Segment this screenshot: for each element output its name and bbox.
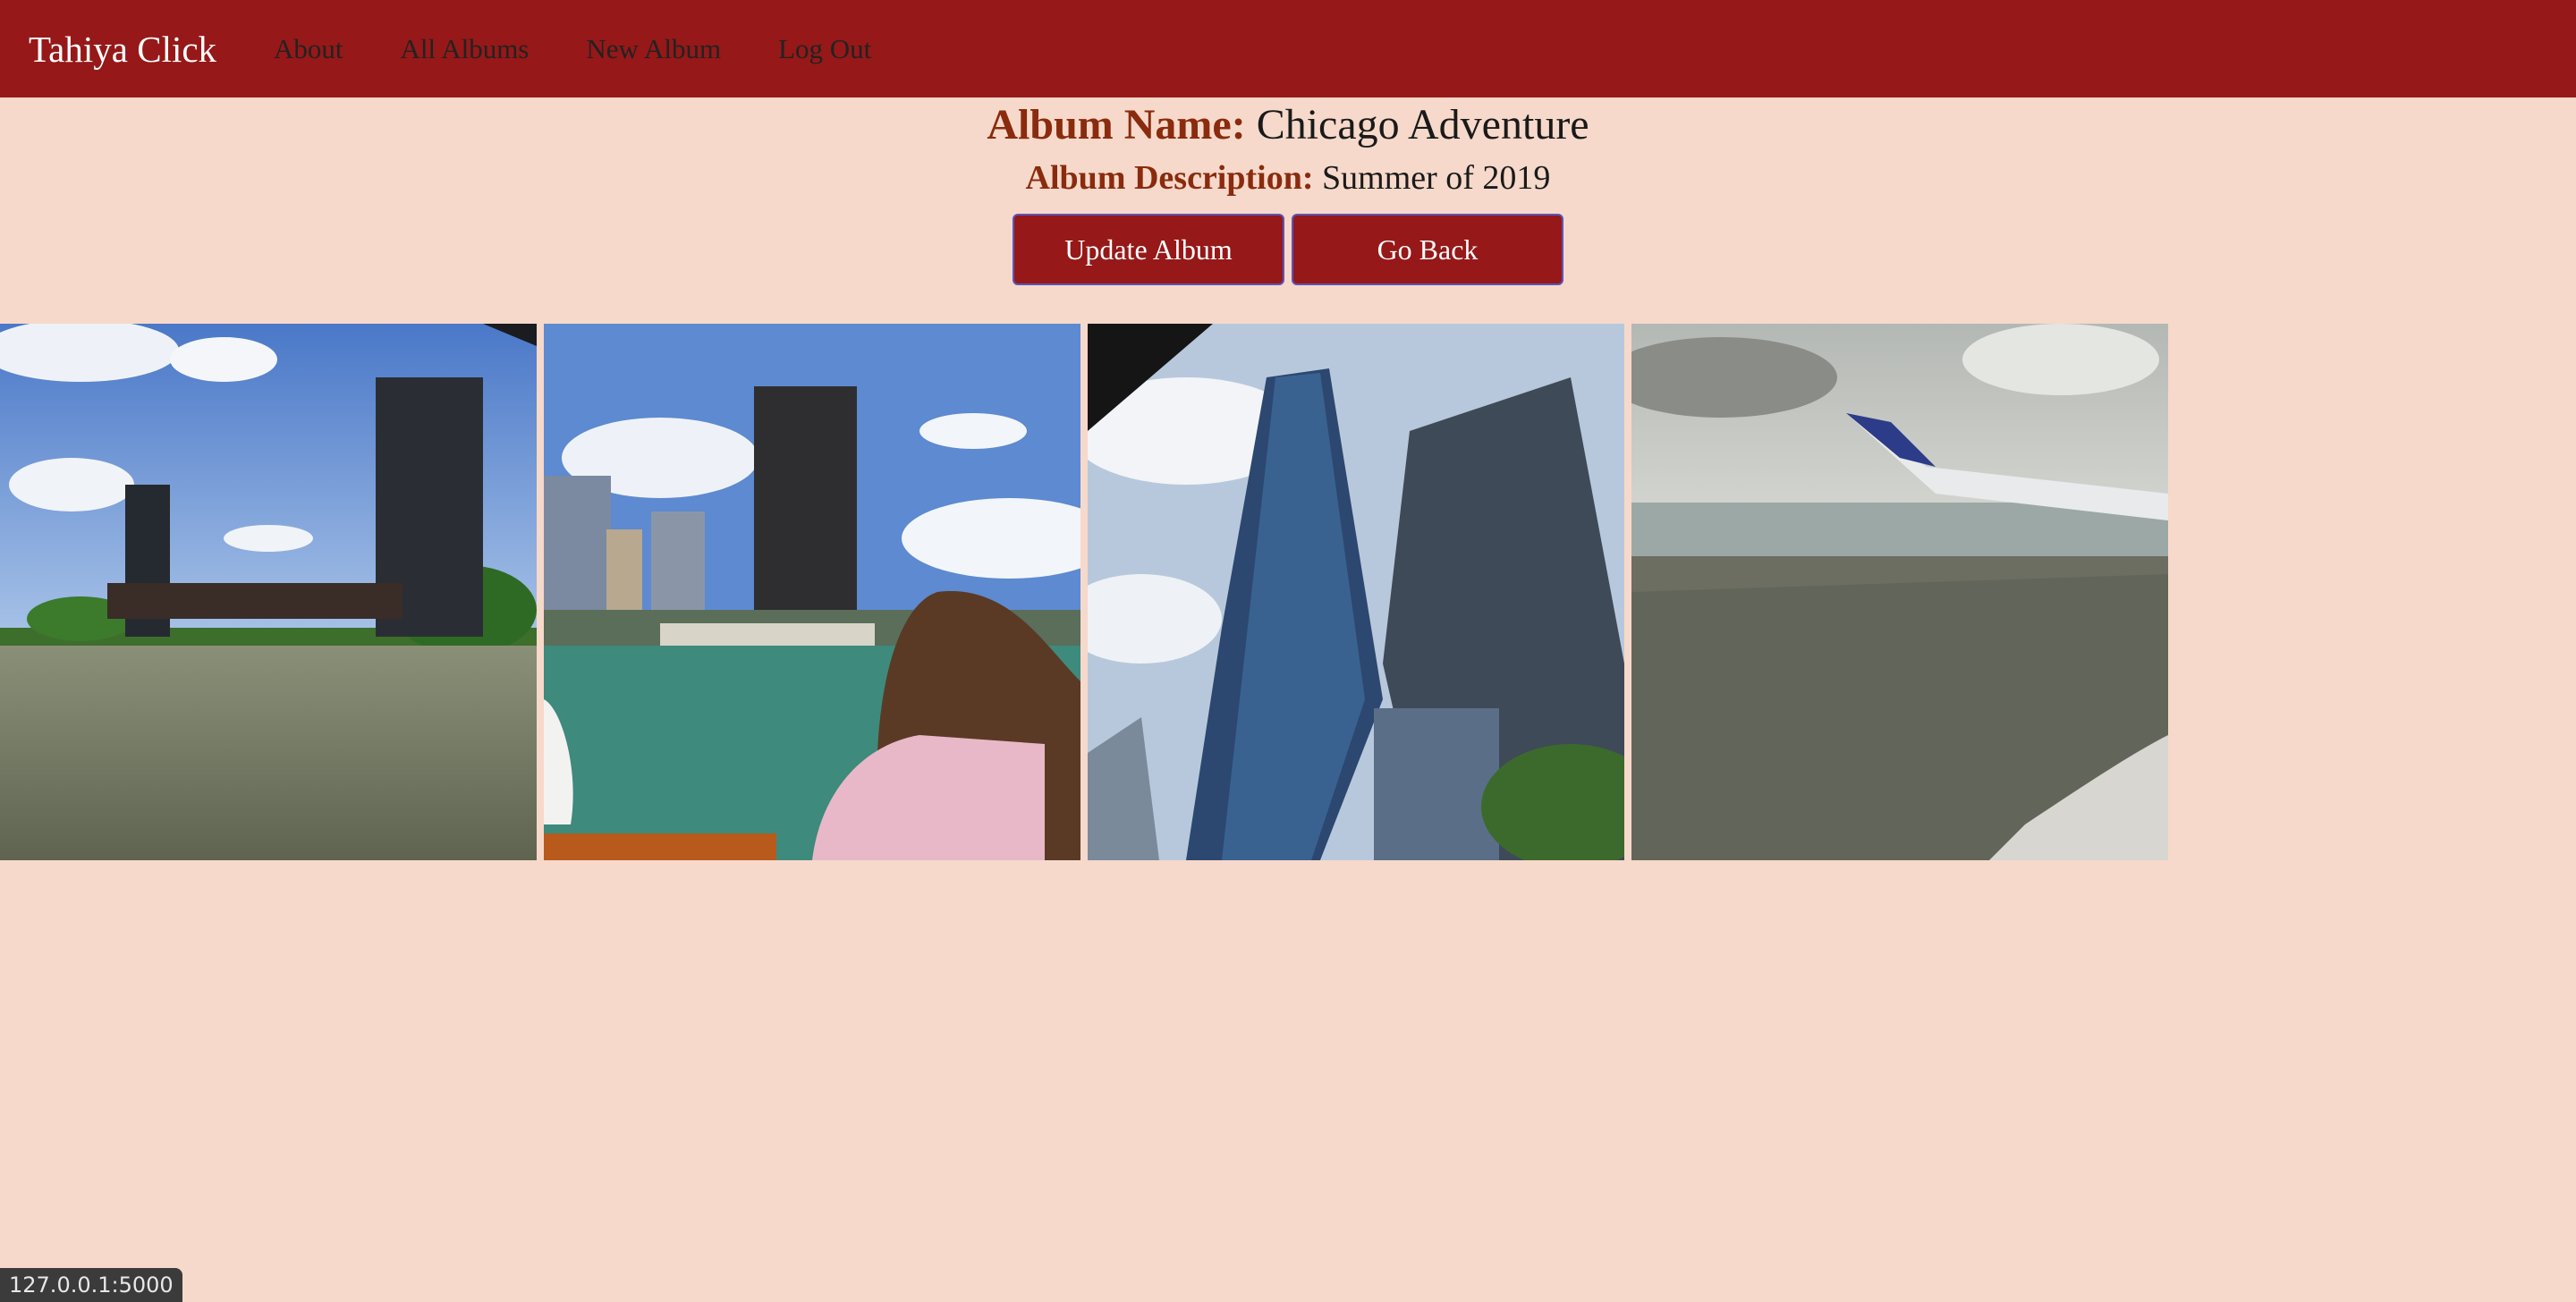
nav-link-log-out[interactable]: Log Out [778, 33, 871, 65]
river-tower-image [544, 324, 1080, 860]
skyscraper-image [1088, 324, 1624, 860]
skyscraper-photo[interactable] [1088, 324, 1624, 860]
photo-gallery [0, 324, 2168, 860]
river-tower-photo[interactable] [544, 324, 1080, 860]
river-bridge-photo[interactable] [0, 324, 537, 860]
go-back-button[interactable]: Go Back [1292, 214, 1563, 285]
navbar: Tahiya Click About All Albums New Album … [0, 0, 2576, 97]
album-name-line: Album Name: Chicago Adventure [0, 97, 2576, 153]
album-description-value: Summer of 2019 [1322, 159, 1551, 197]
airplane-window-image [1631, 324, 2168, 860]
album-header: Album Name: Chicago Adventure Album Desc… [0, 97, 2576, 285]
nav-link-about[interactable]: About [274, 33, 343, 65]
nav-link-all-albums[interactable]: All Albums [401, 33, 530, 65]
album-description-label: Album Description: [1025, 159, 1314, 197]
album-actions: Update Album Go Back [0, 214, 2576, 285]
airplane-window-photo[interactable] [1631, 324, 2168, 860]
status-url-tooltip: 127.0.0.1:5000 [0, 1268, 182, 1302]
nav-link-new-album[interactable]: New Album [586, 33, 721, 65]
album-description-line: Album Description: Summer of 2019 [0, 153, 2576, 203]
brand-link[interactable]: Tahiya Click [29, 28, 216, 71]
album-name-label: Album Name: [987, 101, 1246, 148]
album-name-value: Chicago Adventure [1256, 101, 1589, 148]
river-bridge-image [0, 324, 537, 860]
update-album-button[interactable]: Update Album [1013, 214, 1284, 285]
